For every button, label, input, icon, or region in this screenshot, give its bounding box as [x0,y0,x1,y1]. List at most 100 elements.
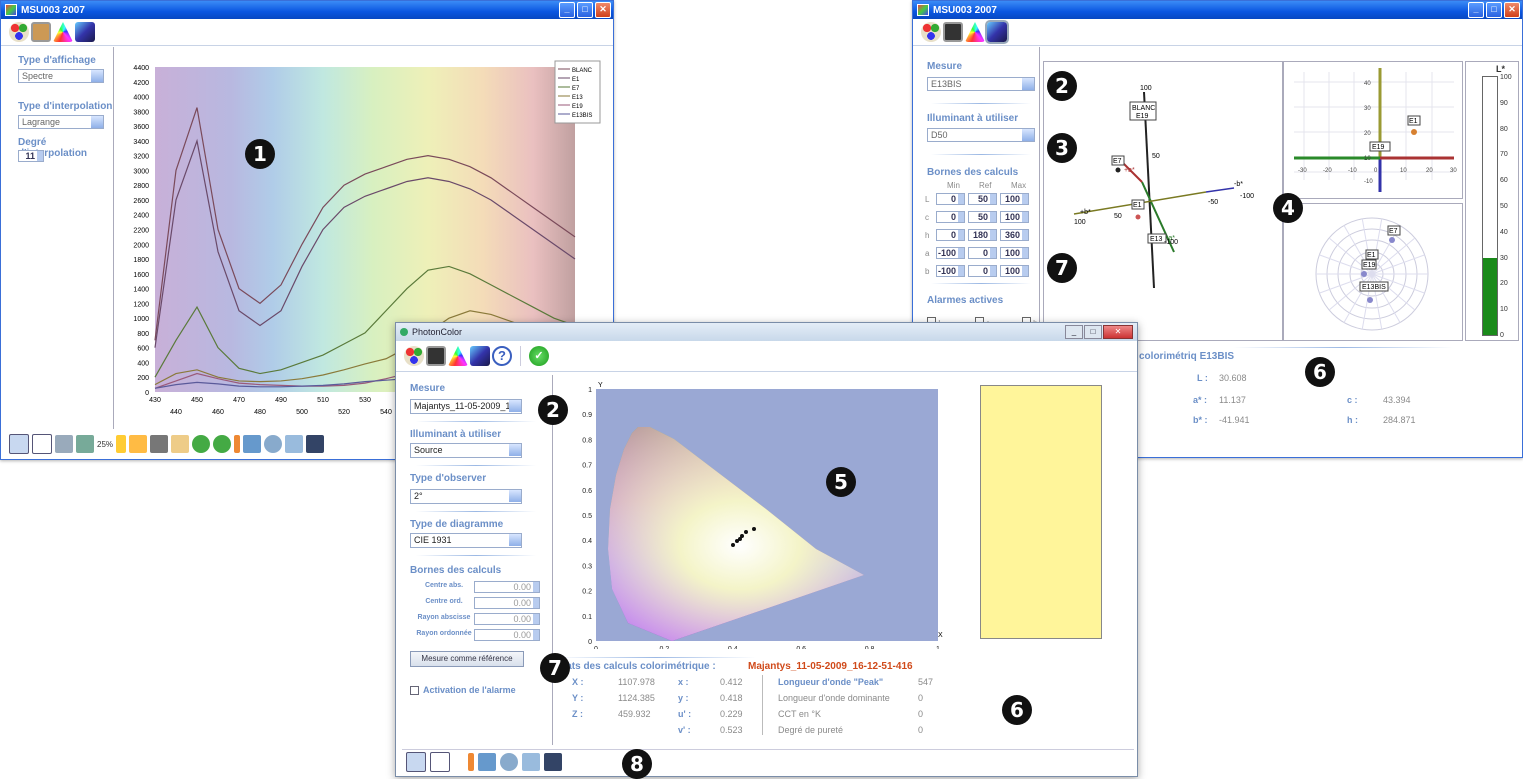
tick-m100: -100 [1240,193,1254,200]
alarm-checkbox-box[interactable] [410,685,419,695]
hand-icon[interactable] [478,753,496,771]
mv2-icon[interactable] [213,435,232,453]
undo-icon[interactable] [285,435,304,453]
close-button[interactable]: ✕ [1103,325,1133,339]
callout-4: 4 [1273,193,1303,223]
x-axis-name: X [938,632,943,639]
lbar-tick: 80 [1500,125,1508,133]
pencil-icon[interactable] [234,435,241,453]
result-c-value: 43.394 [1383,395,1411,405]
callout-1: 1 [245,139,275,169]
minimize-button[interactable]: _ [559,2,575,18]
pencil-icon[interactable] [468,753,474,771]
bounds-ref-spinner[interactable]: 50 [968,211,997,223]
help-icon[interactable]: ? [492,346,512,366]
zoom-icon[interactable] [500,753,518,771]
bounds-field-input[interactable]: 0.00 [474,597,540,609]
bounds-min-spinner[interactable]: 0 [936,229,965,241]
trash-icon[interactable] [150,435,169,453]
spectrum-view-icon[interactable] [31,22,51,42]
zoom-icon[interactable] [264,435,283,453]
door-icon[interactable] [544,753,562,771]
prism-icon[interactable] [448,346,468,366]
diagram-select[interactable]: CIE 1931 [410,533,522,548]
text-icon[interactable] [32,434,52,454]
color-cube-icon[interactable] [470,346,490,366]
reference-button[interactable]: Mesure comme référence [410,651,524,667]
bounds-ref-spinner[interactable]: 50 [968,193,997,205]
prism-icon[interactable] [53,22,73,42]
table-icon[interactable] [9,434,29,454]
interp-degree-spinner[interactable]: 11 [18,150,44,162]
settings-icon[interactable] [171,435,190,453]
bounds-max-spinner[interactable]: 360 [1000,229,1029,241]
illuminant-select[interactable]: D50 [927,128,1035,142]
folder-icon[interactable] [129,435,148,453]
legend-entry: E13BIS [572,113,592,119]
bounds-max-spinner[interactable]: 100 [1000,265,1029,277]
undo-icon[interactable] [522,753,540,771]
alarm-checkbox[interactable]: Activation de l'alarme [410,685,516,695]
close-button[interactable]: ✕ [595,2,611,18]
result-x-cap-value: 1107.978 [618,677,655,687]
bounds-field-input[interactable]: 0.00 [474,581,540,593]
bounds-field-input[interactable]: 0.00 [474,613,540,625]
close-button[interactable]: ✕ [1504,2,1520,18]
result-x-cap-label: X : [572,677,584,687]
table-icon[interactable] [406,752,426,772]
bounds-min-spinner[interactable]: -100 [936,265,965,277]
maximize-button[interactable]: □ [1486,2,1502,18]
cie-y-tick: 0.8 [582,437,592,444]
observer-select[interactable]: 2° [410,489,522,504]
maximize-button[interactable]: □ [1084,325,1102,339]
bounds-min-spinner[interactable]: -100 [936,247,965,259]
measure-select[interactable]: Majantys_11-05-2009_16 [410,399,522,414]
palette-icon[interactable] [921,22,941,42]
bounds-max-spinner[interactable]: 100 [1000,193,1029,205]
bounds-min-spinner[interactable]: 0 [936,211,965,223]
measure-select[interactable]: E13BIS [927,77,1035,91]
minimize-button[interactable]: _ [1468,2,1484,18]
image-icon[interactable] [76,435,94,453]
validate-icon[interactable]: ✓ [529,346,549,366]
prism-icon[interactable] [965,22,985,42]
bounds-field-input[interactable]: 0.00 [474,629,540,641]
palette-icon[interactable] [9,22,29,42]
bounds-max-spinner[interactable]: 100 [1000,211,1029,223]
sidebar: Mesure E13BIS Illuminant à utiliser D50 … [917,47,1040,337]
bounds-min-spinner[interactable]: 0 [936,193,965,205]
arrow-icon[interactable] [116,435,127,453]
minimize-button[interactable]: _ [1065,325,1083,339]
palette-icon[interactable] [404,346,424,366]
bounds-row-label: c [925,212,929,222]
lbar-fill [1483,257,1497,335]
polar-plot: E7 E1 E19 E13BIS [1283,203,1463,341]
x-tick-label: 430 [149,397,161,404]
bounds-max-spinner[interactable]: 100 [1000,247,1029,259]
result-l-value: 30.608 [1219,373,1247,383]
text-icon[interactable] [430,752,450,772]
export-icon[interactable] [55,435,73,453]
ab-label-e1: E1 [1409,118,1418,125]
bounds-ref-spinner[interactable]: 0 [968,247,997,259]
hand-icon[interactable] [243,435,262,453]
callout-2-right: 2 [1047,71,1077,101]
spectrum-view-icon[interactable] [426,346,446,366]
app-icon [917,4,929,16]
bounds-ref-spinner[interactable]: 180 [968,229,997,241]
spectrum-view-icon[interactable] [943,22,963,42]
y-tick-label: 4400 [133,65,149,72]
alarms-label: Alarmes actives [927,295,1004,306]
bounds-ref-spinner[interactable]: 0 [968,265,997,277]
illuminant-select[interactable]: Source [410,443,522,458]
color-cube-icon[interactable] [75,22,95,42]
interp-type-select[interactable]: Lagrange [18,115,104,129]
y-tick-label: 3600 [133,124,149,131]
maximize-button[interactable]: □ [577,2,593,18]
color-cube-icon[interactable] [985,20,1009,44]
display-type-select[interactable]: Spectre [18,69,104,83]
label-blanc: BLANC [1132,105,1155,112]
mv1-icon[interactable] [192,435,211,453]
door-icon[interactable] [306,435,325,453]
result-y-label: y : [678,693,689,703]
